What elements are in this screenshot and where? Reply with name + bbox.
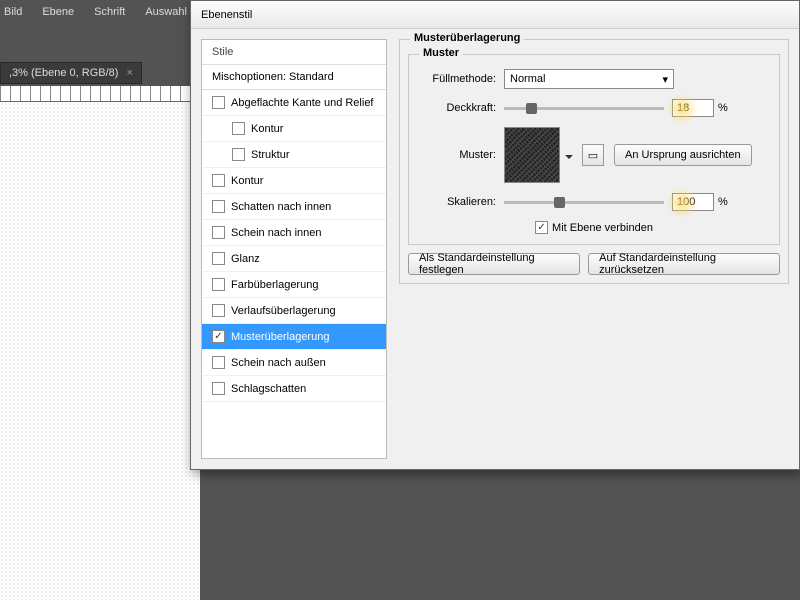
styles-list-panel: Stile Mischoptionen: Standard Abgeflacht… [201, 39, 387, 459]
style-item-11[interactable]: Schlagschatten [202, 376, 386, 402]
link-layer-label: Mit Ebene verbinden [552, 222, 653, 234]
style-checkbox[interactable] [212, 252, 225, 265]
dialog-titlebar[interactable]: Ebenenstil [191, 1, 799, 29]
subgroup-title: Muster [419, 47, 463, 59]
snap-origin-button[interactable]: An Ursprung ausrichten [614, 144, 752, 166]
style-checkbox[interactable] [212, 226, 225, 239]
style-item-label: Verlaufsüberlagerung [231, 305, 336, 317]
reset-default-button[interactable]: Auf Standardeinstellung zurücksetzen [588, 253, 780, 275]
style-item-6[interactable]: Glanz [202, 246, 386, 272]
document-tab[interactable]: ,3% (Ebene 0, RGB/8) × [0, 62, 142, 84]
style-item-10[interactable]: Schein nach außen [202, 350, 386, 376]
menu-ebene[interactable]: Ebene [42, 6, 74, 18]
make-default-button[interactable]: Als Standardeinstellung festlegen [408, 253, 580, 275]
style-checkbox[interactable] [212, 278, 225, 291]
close-icon[interactable]: × [126, 67, 132, 79]
style-item-label: Farbüberlagerung [231, 279, 318, 291]
blendmode-label: Füllmethode: [419, 73, 504, 85]
layer-style-dialog: Ebenenstil Stile Mischoptionen: Standard… [190, 0, 800, 470]
style-checkbox[interactable]: ✓ [212, 330, 225, 343]
style-item-label: Kontur [251, 123, 283, 135]
style-item-label: Schein nach innen [231, 227, 322, 239]
style-item-label: Struktur [251, 149, 290, 161]
style-item-label: Schatten nach innen [231, 201, 331, 213]
style-checkbox[interactable] [212, 382, 225, 395]
opacity-slider-thumb[interactable] [526, 103, 537, 114]
document-tab-label: ,3% (Ebene 0, RGB/8) [9, 67, 118, 79]
document-icon: ▭ [588, 149, 598, 162]
style-item-label: Abgeflachte Kante und Relief [231, 97, 374, 109]
style-item-label: Schein nach außen [231, 357, 326, 369]
style-item-8[interactable]: Verlaufsüberlagerung [202, 298, 386, 324]
blending-options-label: Mischoptionen: Standard [212, 71, 334, 83]
style-checkbox[interactable] [212, 304, 225, 317]
menu-schrift[interactable]: Schrift [94, 6, 125, 18]
ruler-horizontal [0, 86, 200, 102]
style-item-0[interactable]: Abgeflachte Kante und Relief [202, 90, 386, 116]
link-layer-checkbox[interactable]: ✓ [535, 221, 548, 234]
style-item-5[interactable]: Schein nach innen [202, 220, 386, 246]
style-item-label: Glanz [231, 253, 260, 265]
style-checkbox[interactable] [232, 122, 245, 135]
blending-options-row[interactable]: Mischoptionen: Standard [202, 65, 386, 90]
canvas-area[interactable] [0, 102, 200, 600]
percent-label: % [718, 102, 728, 114]
pattern-overlay-group: Musterüberlagerung Muster Füllmethode: N… [399, 39, 789, 284]
style-item-2[interactable]: Struktur [202, 142, 386, 168]
scale-slider[interactable] [504, 201, 664, 204]
styles-header: Stile [202, 40, 386, 65]
style-checkbox[interactable] [232, 148, 245, 161]
style-item-label: Kontur [231, 175, 263, 187]
pattern-label: Muster: [419, 149, 504, 161]
style-item-3[interactable]: Kontur [202, 168, 386, 194]
pattern-swatch[interactable] [504, 127, 560, 183]
scale-slider-thumb[interactable] [554, 197, 565, 208]
chevron-down-icon: ▾ [662, 73, 668, 86]
group-title: Musterüberlagerung [410, 32, 524, 44]
style-item-7[interactable]: Farbüberlagerung [202, 272, 386, 298]
new-preset-button[interactable]: ▭ [582, 144, 604, 166]
scale-input[interactable]: 100 [672, 193, 714, 211]
scale-label: Skalieren: [419, 196, 504, 208]
style-checkbox[interactable] [212, 96, 225, 109]
style-item-4[interactable]: Schatten nach innen [202, 194, 386, 220]
style-checkbox[interactable] [212, 356, 225, 369]
style-item-9[interactable]: ✓ Musterüberlagerung [202, 324, 386, 350]
style-checkbox[interactable] [212, 174, 225, 187]
dialog-title-text: Ebenenstil [201, 9, 252, 21]
style-checkbox[interactable] [212, 200, 225, 213]
blendmode-value: Normal [510, 73, 545, 85]
style-item-1[interactable]: Kontur [202, 116, 386, 142]
opacity-input[interactable]: 18 [672, 99, 714, 117]
style-item-label: Schlagschatten [231, 383, 306, 395]
blendmode-dropdown[interactable]: Normal ▾ [504, 69, 674, 89]
percent-label-2: % [718, 196, 728, 208]
opacity-slider[interactable] [504, 107, 664, 110]
opacity-label: Deckkraft: [419, 102, 504, 114]
menu-bild[interactable]: Bild [4, 6, 22, 18]
menu-auswahl[interactable]: Auswahl [145, 6, 187, 18]
style-item-label: Musterüberlagerung [231, 331, 329, 343]
